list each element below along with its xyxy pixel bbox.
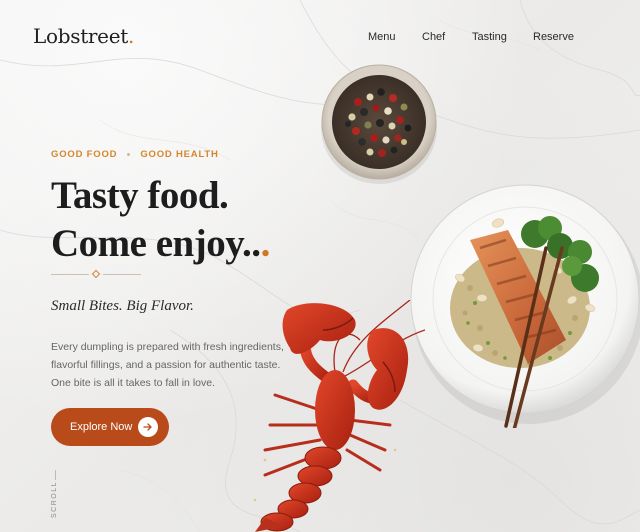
ornament-divider [51,269,141,280]
nav-item-tasting[interactable]: Tasting [472,31,507,43]
description-line: Every dumpling is prepared with fresh in… [51,341,284,353]
lobster-image [253,300,425,532]
scroll-indicator[interactable]: SCROLL [50,470,62,520]
eyebrow-good-health: GOOD HEALTH [140,149,219,160]
nav-item-chef[interactable]: Chef [422,31,445,43]
brand-name: Lobstreet [33,24,128,48]
salmon-plate-image [410,184,640,428]
nav-item-menu[interactable]: Menu [368,31,396,43]
eyebrow-separator-dot [127,153,131,156]
spice-bowl-image [321,64,437,184]
explore-now-label: Explore Now [70,421,133,433]
scroll-label: SCROLL [51,480,59,519]
headline-accent-dot: . [260,222,271,265]
brand-logo[interactable]: Lobstreet. [33,24,134,48]
hero-headline: Tasty food. Come enjoy... [51,172,270,268]
hero-eyebrow: GOOD FOOD GOOD HEALTH [51,149,219,160]
nav-item-reserve[interactable]: Reserve [533,31,574,43]
diamond-icon [91,269,101,279]
description-line: flavorful fillings, and a passion for au… [51,359,281,371]
headline-line-2: Come enjoy.. [51,222,261,265]
explore-now-button[interactable]: Explore Now [51,408,169,446]
brand-dot: . [128,24,135,48]
hero-tagline: Small Bites. Big Flavor. [51,298,194,314]
scroll-line [55,470,56,480]
hero-description: Every dumpling is prepared with fresh in… [51,338,291,392]
eyebrow-good-food: GOOD FOOD [51,149,118,160]
headline-line-1: Tasty food. [51,174,229,217]
description-line: One bite is all it takes to fall in love… [51,377,215,389]
arrow-right-icon [138,417,158,437]
